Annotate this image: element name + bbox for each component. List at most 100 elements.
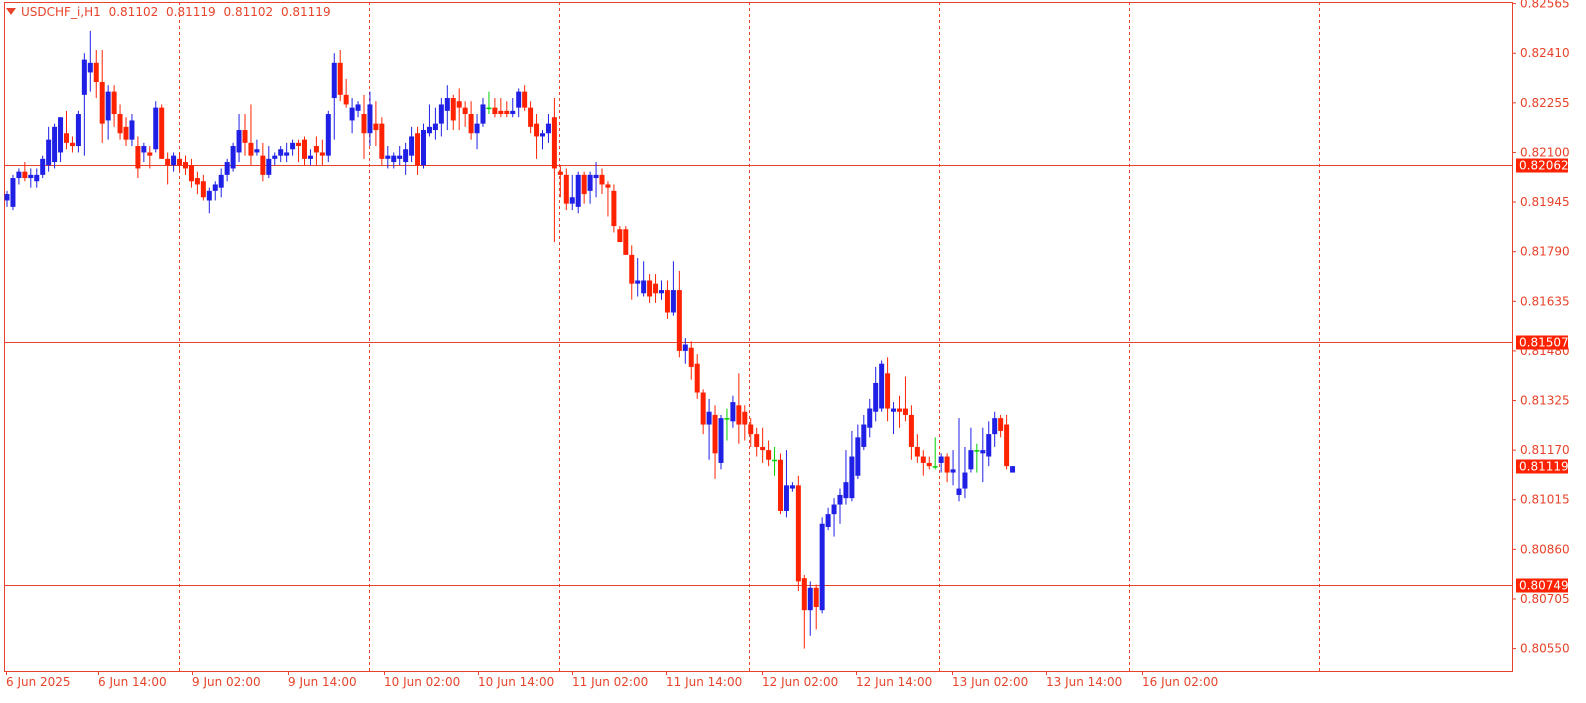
candle-bull xyxy=(355,104,361,111)
candle-bear xyxy=(974,450,980,452)
candle-bull xyxy=(212,184,218,191)
candle-bear xyxy=(69,142,75,147)
candle-bull xyxy=(16,171,22,179)
candle-bull xyxy=(873,382,879,412)
candle-bear xyxy=(605,184,611,188)
candle-bear xyxy=(932,466,938,468)
candle-bear xyxy=(760,446,766,451)
x-tick-label: 11 Jun 14:00 xyxy=(666,675,742,689)
candle-bull xyxy=(474,123,480,134)
candle-bear xyxy=(647,280,653,297)
candle-bear xyxy=(123,126,129,140)
candle-bull xyxy=(938,456,944,463)
candle-bear xyxy=(736,405,742,425)
candle-bear xyxy=(296,142,302,147)
candle-bear xyxy=(498,110,504,115)
candle-bear xyxy=(22,171,28,179)
candle-bull xyxy=(28,174,34,179)
candle-bull xyxy=(807,587,813,611)
candle-bear xyxy=(599,174,605,185)
candle-bull xyxy=(819,523,825,611)
x-tick-label: 9 Jun 14:00 xyxy=(288,675,357,689)
candle-bear xyxy=(712,414,718,454)
plot-frame xyxy=(4,2,1513,672)
candle-bull xyxy=(421,130,426,166)
candle-bull xyxy=(956,488,962,495)
collapse-triangle-icon[interactable] xyxy=(6,8,16,15)
candle-bull xyxy=(569,197,575,204)
candle-bull xyxy=(10,178,16,207)
candle-bull xyxy=(105,91,111,121)
candle-bull xyxy=(4,194,10,201)
candle-bull xyxy=(849,456,855,499)
candle-bear xyxy=(64,133,69,143)
candle-bull xyxy=(409,136,415,156)
candle-bear xyxy=(159,107,165,159)
candle-bear xyxy=(653,283,659,294)
candle-bear xyxy=(700,392,706,425)
candle-bull xyxy=(843,482,849,499)
candle-bear xyxy=(468,114,474,134)
candle-bull xyxy=(891,408,897,412)
candle-bull xyxy=(837,494,843,505)
candle-bull xyxy=(40,158,46,175)
candle-bear xyxy=(313,146,319,153)
candle-bull xyxy=(962,472,968,489)
candle-bear xyxy=(379,123,385,159)
candle-bear xyxy=(302,139,307,159)
x-tick-label: 16 Jun 02:00 xyxy=(1142,675,1218,689)
candle-bull xyxy=(272,155,278,159)
candle-bear xyxy=(177,158,183,166)
candle-bull xyxy=(307,155,313,159)
candle-bear xyxy=(766,450,772,460)
candle-bear xyxy=(135,146,141,169)
candle-bull xyxy=(349,107,355,121)
candle-bull xyxy=(789,485,795,489)
candle-bear xyxy=(528,107,534,127)
candle-bear xyxy=(629,254,635,284)
symbol-label: USDCHF_i,H1 xyxy=(21,5,101,19)
candle-bull xyxy=(58,117,64,153)
x-tick-label: 10 Jun 14:00 xyxy=(478,675,554,689)
candle-bear xyxy=(194,178,200,185)
candle-bull xyxy=(831,504,837,515)
candle-bear xyxy=(563,174,569,204)
candle-bear xyxy=(99,82,105,124)
y-tick-label: 0.81325 xyxy=(1520,394,1570,408)
candle-bull xyxy=(426,126,432,134)
candle-bull xyxy=(75,114,81,147)
candle-bear xyxy=(617,229,623,243)
candle-bull xyxy=(367,104,373,134)
candle-bear xyxy=(260,155,266,175)
candle-bull xyxy=(52,126,58,163)
candle-bull xyxy=(432,123,438,131)
candle-bear xyxy=(361,114,367,134)
candle-bull xyxy=(635,280,641,284)
candle-bull xyxy=(230,146,236,169)
candle-bear xyxy=(926,462,932,467)
candle-bull xyxy=(129,120,135,140)
candle-bull xyxy=(545,123,551,134)
ohlc-close: 0.81119 xyxy=(280,5,331,19)
candle-bear xyxy=(111,91,117,115)
candle-bull xyxy=(879,363,885,409)
candle-bear xyxy=(908,414,914,447)
candle-bull xyxy=(992,418,998,435)
y-tick-label: 0.81945 xyxy=(1520,195,1570,209)
y-tick-label: 0.80705 xyxy=(1520,592,1570,606)
candle-bear xyxy=(581,174,587,195)
candlestick-chart[interactable]: 0.82565 0.82410 0.82255 0.82100 0.81945 0.817… xyxy=(0,0,1586,703)
candle-bull xyxy=(254,149,260,153)
x-tick-label: 13 Jun 14:00 xyxy=(1046,675,1122,689)
candle-bull xyxy=(236,130,242,153)
y-tick-label: 0.82565 xyxy=(1520,0,1570,11)
x-tick-label: 6 Jun 2025 xyxy=(6,675,71,689)
candle-bull xyxy=(682,344,688,351)
candle-bull xyxy=(87,62,93,73)
candle-bear xyxy=(1004,424,1010,467)
y-tick-label: 0.81170 xyxy=(1520,443,1570,457)
candle-bear xyxy=(188,165,194,182)
y-tick-label: 0.80550 xyxy=(1520,642,1570,656)
x-tick-label: 11 Jun 02:00 xyxy=(572,675,648,689)
candle-bull xyxy=(986,434,992,457)
